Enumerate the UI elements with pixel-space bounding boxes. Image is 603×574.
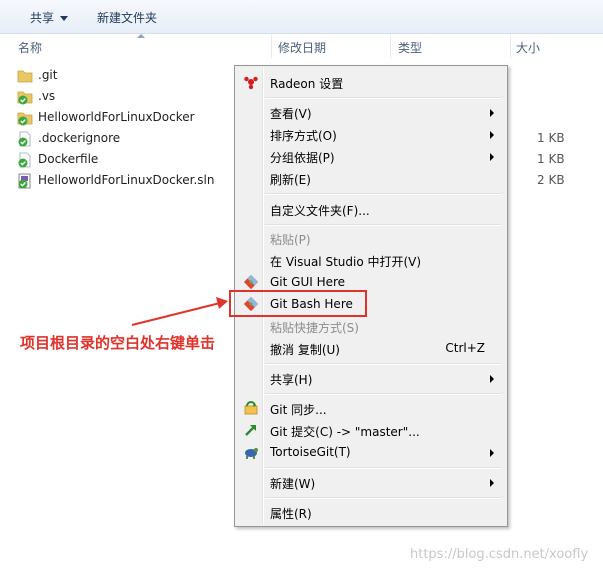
git-sync-icon bbox=[244, 401, 258, 415]
menu-item-share[interactable]: 共享(H) bbox=[237, 368, 503, 389]
folder-icon bbox=[17, 70, 33, 83]
column-divider[interactable] bbox=[390, 34, 391, 58]
menu-item-undo-copy[interactable]: 撤消 复制(U) Ctrl+Z bbox=[237, 338, 503, 359]
menu-item-label: 粘贴快捷方式(S) bbox=[270, 321, 359, 335]
watermark: https://blog.csdn.net/xoofly bbox=[410, 547, 589, 562]
column-name[interactable]: 名称 bbox=[18, 39, 42, 56]
menu-item-paste[interactable]: 粘贴(P) bbox=[237, 228, 503, 249]
menu-item-git-commit[interactable]: Git 提交(C) -> "master"... bbox=[237, 420, 503, 441]
file-size: 1 KB bbox=[537, 131, 565, 145]
new-folder-button[interactable]: 新建文件夹 bbox=[97, 9, 157, 26]
chevron-down-icon bbox=[60, 16, 69, 21]
menu-divider bbox=[265, 467, 501, 469]
menu-item-label: 分组依据(P) bbox=[270, 151, 335, 165]
git-commit-icon bbox=[245, 425, 256, 436]
menu-item-label: 粘贴(P) bbox=[270, 233, 311, 247]
menu-item-properties[interactable]: 属性(R) bbox=[237, 502, 503, 523]
submenu-arrow-icon bbox=[490, 109, 494, 117]
column-modified[interactable]: 修改日期 bbox=[278, 39, 326, 56]
file-name: .git bbox=[38, 68, 58, 82]
submenu-arrow-icon bbox=[490, 375, 494, 383]
toolbar: 共享 新建文件夹 bbox=[0, 0, 603, 34]
file-name: Dockerfile bbox=[38, 152, 99, 166]
git-file-icon bbox=[18, 152, 31, 168]
submenu-arrow-icon bbox=[490, 153, 494, 161]
column-type[interactable]: 类型 bbox=[398, 39, 422, 56]
sln-file-icon bbox=[18, 173, 31, 189]
menu-divider bbox=[265, 97, 501, 99]
menu-item-label: 新建(W) bbox=[270, 477, 316, 491]
file-name: .vs bbox=[38, 89, 56, 103]
file-size: 2 KB bbox=[537, 173, 565, 187]
submenu-arrow-icon bbox=[490, 131, 494, 139]
menu-item-label: 撤消 复制(U) bbox=[270, 343, 340, 357]
column-header: 名称 修改日期 类型 大小 bbox=[0, 34, 603, 58]
highlight-box bbox=[229, 290, 367, 317]
menu-item-label: Git 提交(C) -> "master"... bbox=[270, 425, 420, 439]
menu-item-shortcut: Ctrl+Z bbox=[445, 341, 485, 355]
menu-item-label: Radeon 设置 bbox=[270, 77, 344, 91]
menu-item-label: Git 同步... bbox=[270, 403, 327, 417]
column-divider[interactable] bbox=[271, 34, 272, 58]
submenu-arrow-icon bbox=[490, 479, 494, 487]
file-name: .dockerignore bbox=[38, 131, 121, 145]
menu-item-label: 在 Visual Studio 中打开(V) bbox=[270, 255, 422, 269]
annotation-text: 项目根目录的空白处右键单击 bbox=[20, 334, 216, 352]
menu-item-sort[interactable]: 排序方式(O) bbox=[237, 124, 503, 145]
menu-item-refresh[interactable]: 刷新(E) bbox=[237, 168, 503, 189]
menu-item-git-sync[interactable]: Git 同步... bbox=[237, 398, 503, 419]
menu-item-radeon[interactable]: Radeon 设置 bbox=[237, 72, 503, 93]
menu-item-tortoisegit[interactable]: TortoiseGit(T) bbox=[237, 442, 503, 463]
git-folder-icon bbox=[17, 112, 33, 126]
menu-item-label: 共享(H) bbox=[270, 373, 313, 387]
menu-item-group[interactable]: 分组依据(P) bbox=[237, 146, 503, 167]
file-name: HelloworldForLinuxDocker.sln bbox=[38, 173, 215, 187]
git-file-icon bbox=[18, 131, 31, 147]
menu-item-new[interactable]: 新建(W) bbox=[237, 472, 503, 493]
menu-item-label: Git GUI Here bbox=[270, 275, 346, 289]
menu-item-label: 查看(V) bbox=[270, 107, 312, 121]
tortoise-icon bbox=[245, 448, 258, 459]
git-icon bbox=[243, 274, 259, 290]
git-folder-icon bbox=[17, 91, 33, 105]
share-label: 共享 bbox=[30, 11, 55, 25]
menu-item-label: 刷新(E) bbox=[270, 173, 311, 187]
submenu-arrow-icon bbox=[490, 449, 494, 457]
share-button[interactable]: 共享 bbox=[30, 9, 69, 26]
sort-up-icon bbox=[137, 34, 145, 38]
radeon-icon bbox=[244, 76, 258, 90]
menu-divider bbox=[265, 224, 501, 226]
menu-item-label: 排序方式(O) bbox=[270, 129, 337, 143]
menu-item-paste-shortcut[interactable]: 粘贴快捷方式(S) bbox=[237, 316, 503, 337]
column-divider[interactable] bbox=[510, 34, 511, 58]
column-size[interactable]: 大小 bbox=[516, 39, 540, 56]
menu-divider bbox=[265, 363, 501, 365]
menu-divider bbox=[265, 497, 501, 499]
menu-item-label: 属性(R) bbox=[270, 507, 312, 521]
menu-item-view[interactable]: 查看(V) bbox=[237, 102, 503, 123]
menu-item-customize[interactable]: 自定义文件夹(F)... bbox=[237, 199, 503, 220]
menu-divider bbox=[265, 193, 501, 195]
file-size: 1 KB bbox=[537, 152, 565, 166]
menu-divider bbox=[265, 393, 501, 395]
menu-item-open-vs[interactable]: 在 Visual Studio 中打开(V) bbox=[237, 250, 503, 271]
menu-item-label: TortoiseGit(T) bbox=[270, 445, 351, 459]
menu-item-label: 自定义文件夹(F)... bbox=[270, 204, 370, 218]
file-name: HelloworldForLinuxDocker bbox=[38, 110, 195, 124]
